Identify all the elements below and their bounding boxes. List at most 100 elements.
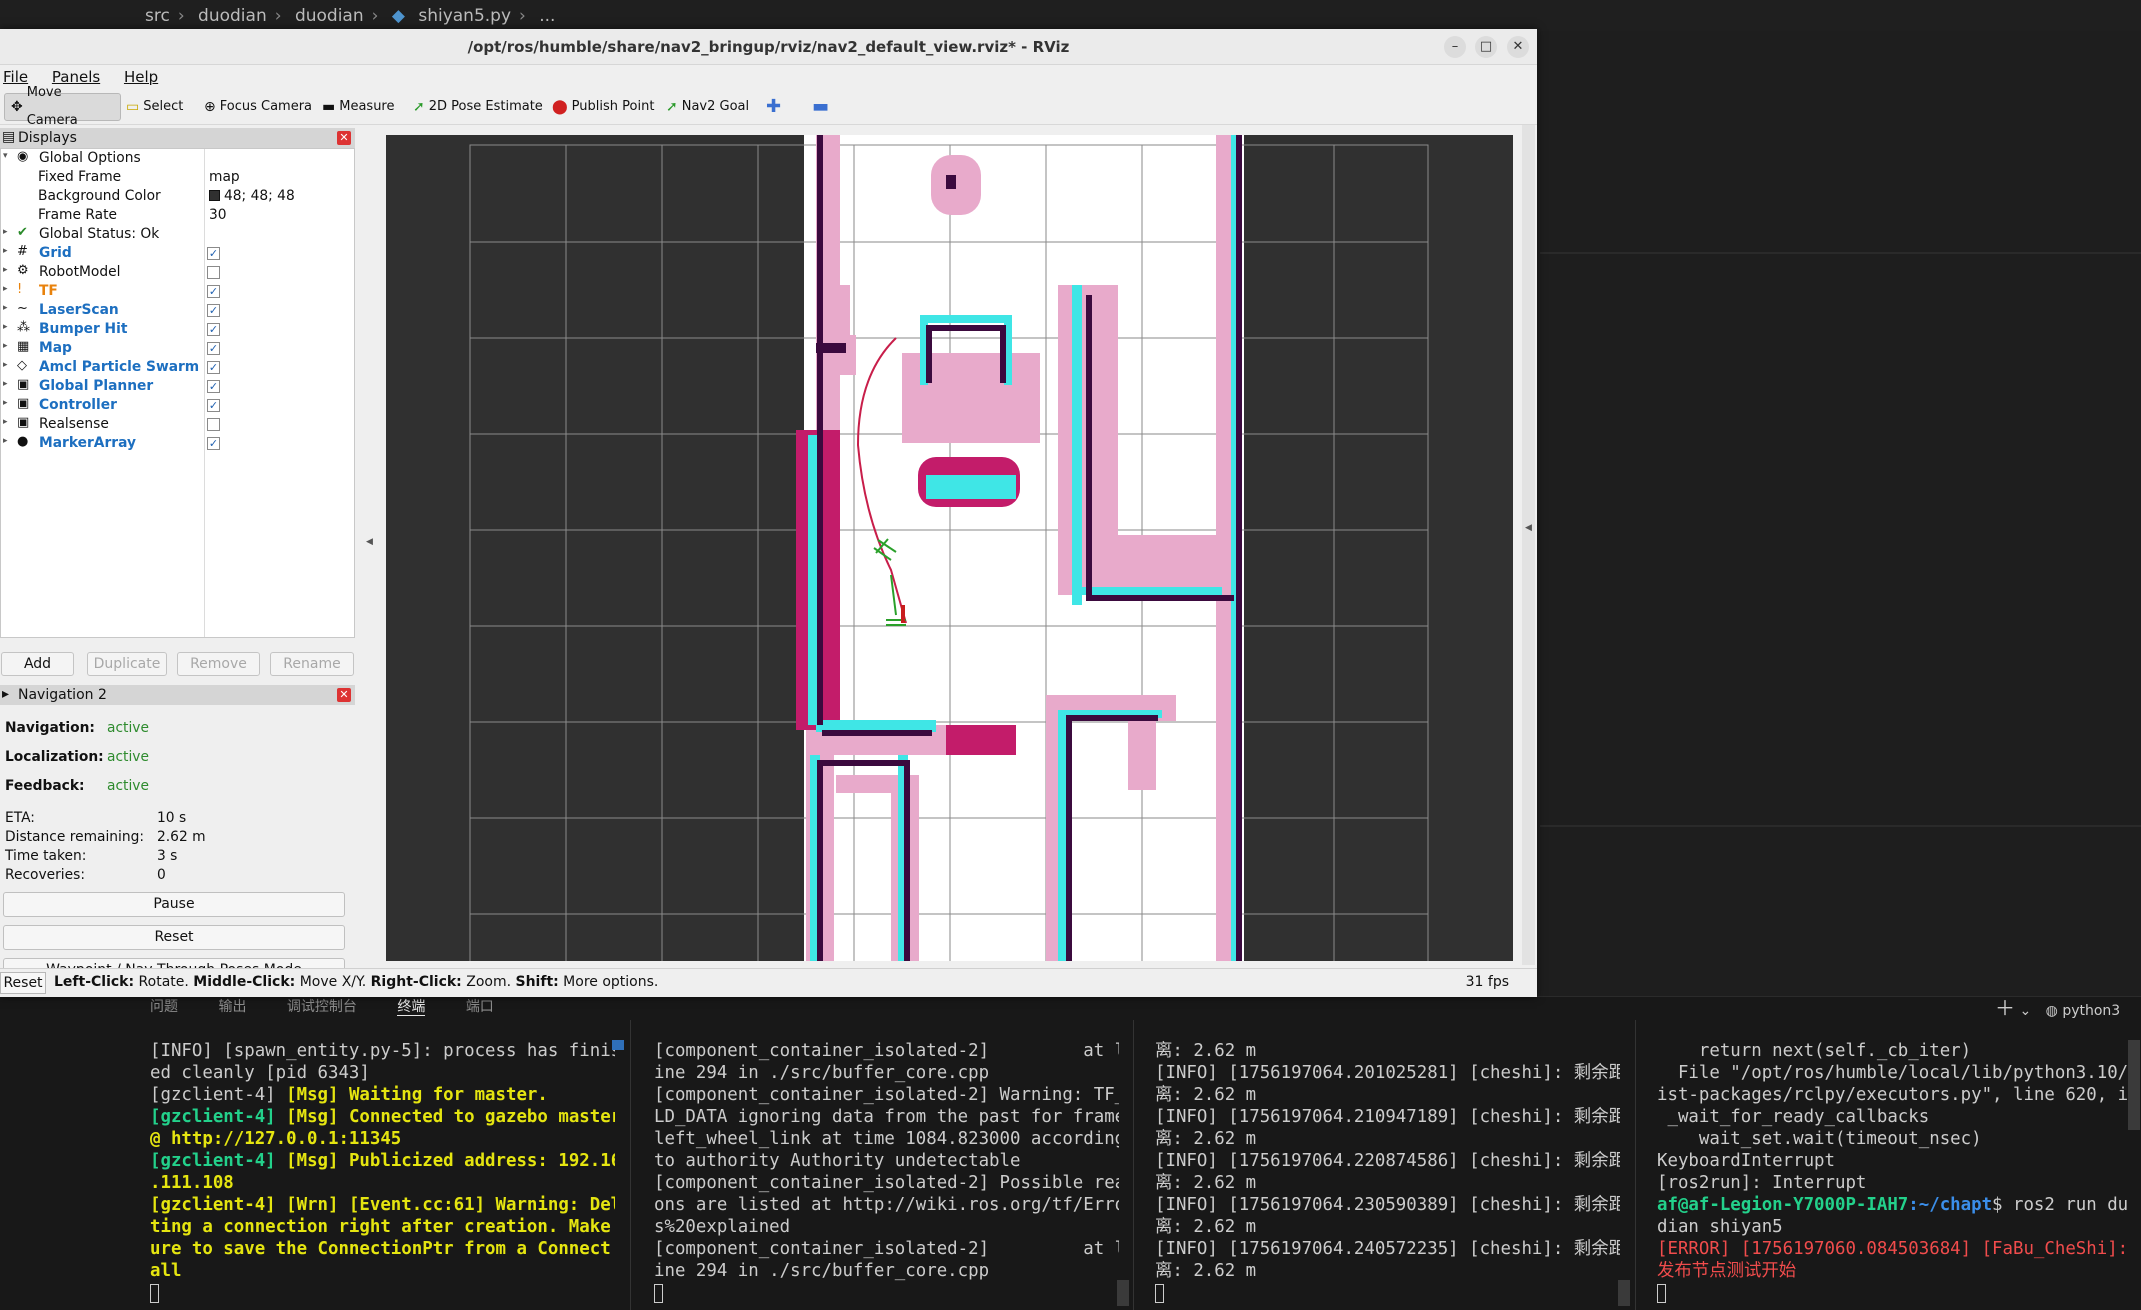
pose-estimate-button[interactable]: ➚ 2D Pose Estimate <box>407 93 549 121</box>
display-item[interactable]: ▸ ▣ Realsense <box>1 415 354 434</box>
expand-right-icon[interactable]: ▸ <box>3 246 8 256</box>
terminal-pane[interactable]: return next(self._cb_iter) File "/opt/ro… <box>1657 1040 2127 1310</box>
terminal-type[interactable]: python3 <box>2062 1003 2120 1019</box>
display-item[interactable]: ▸ ▣ Controller ✓ <box>1 396 354 415</box>
enable-checkbox[interactable]: ✓ <box>207 342 220 355</box>
enable-checkbox[interactable]: ✓ <box>207 380 220 393</box>
enable-checkbox[interactable]: ✓ <box>207 323 220 336</box>
enable-checkbox[interactable]: ✓ <box>207 304 220 317</box>
property-value[interactable]: map <box>209 169 240 185</box>
close-panel-icon[interactable]: ✕ <box>337 688 351 702</box>
display-item[interactable]: ▸ ◇ Amcl Particle Swarm ✓ <box>1 358 354 377</box>
menu-help[interactable]: Help <box>121 65 158 86</box>
property-value[interactable]: 48; 48; 48 <box>209 188 295 204</box>
expand-right-icon[interactable]: ▸ <box>3 360 8 370</box>
3d-viewport[interactable] <box>386 135 1513 961</box>
duplicate-button[interactable]: Duplicate <box>87 652 167 676</box>
breadcrumb-item[interactable]: ... <box>539 6 555 26</box>
measure-button[interactable]: ▬ Measure <box>316 93 400 121</box>
terminal-pane[interactable]: [INFO] [spawn_entity.py-5]: process has … <box>150 1040 615 1310</box>
display-item[interactable]: ▸ ▣ Global Planner ✓ <box>1 377 354 396</box>
display-item[interactable]: ▸ # Grid ✓ <box>1 244 354 263</box>
terminal-pane[interactable]: 离: 2.62 m [INFO] [1756197064.201025281] [… <box>1155 1040 1620 1310</box>
tab-debug-console[interactable]: 调试控制台 <box>287 999 357 1015</box>
expand-down-icon[interactable]: ▾ <box>3 151 8 161</box>
pause-button[interactable]: Pause <box>3 892 345 917</box>
expand-right-icon[interactable]: ▸ <box>3 265 8 275</box>
remove-button[interactable]: Remove <box>177 652 260 676</box>
expand-right-icon[interactable]: ▸ <box>3 417 8 427</box>
add-terminal-icon[interactable]: ＋ <box>1995 996 2015 1020</box>
display-item[interactable]: Fixed Frame map <box>1 168 354 187</box>
display-item[interactable]: Frame Rate 30 <box>1 206 354 225</box>
rename-button[interactable]: Rename <box>270 652 354 676</box>
terminal-prompt[interactable] <box>654 1282 1119 1304</box>
expand-right-icon[interactable]: ▸ <box>3 436 8 446</box>
display-item[interactable]: ▸ ⁂ Bumper Hit ✓ <box>1 320 354 339</box>
close-icon[interactable]: ✕ <box>1507 36 1529 58</box>
add-display-button[interactable]: Add <box>1 652 74 676</box>
tab-problems[interactable]: 问题 <box>150 999 178 1015</box>
breadcrumb-item[interactable]: shiyan5.py <box>418 6 511 26</box>
breadcrumb-item[interactable]: duodian <box>198 6 267 26</box>
property-value[interactable]: 30 <box>209 207 227 223</box>
pane-divider[interactable] <box>1133 1020 1134 1310</box>
expand-right-icon[interactable]: ▸ <box>3 227 8 237</box>
tab-terminal[interactable]: 终端 <box>397 999 426 1016</box>
terminal-prompt[interactable] <box>150 1282 615 1304</box>
panel-splitter[interactable]: ◀ <box>360 125 380 965</box>
expand-right-icon[interactable]: ▸ <box>3 398 8 408</box>
editor-breadcrumb[interactable]: src › duodian › duodian › ◆ shiyan5.py › ... <box>0 0 2141 31</box>
display-item[interactable]: ▸ ● MarkerArray ✓ <box>1 434 354 453</box>
display-item[interactable]: ▸! TF ✓ <box>1 282 354 301</box>
map-render[interactable] <box>386 135 1513 961</box>
enable-checkbox[interactable]: ✓ <box>207 399 220 412</box>
publish-point-button[interactable]: ⬤ Publish Point <box>546 93 660 121</box>
display-item[interactable]: ▸ ⚙ RobotModel <box>1 263 354 282</box>
add-tool-icon[interactable]: ✚ <box>760 93 787 121</box>
maximize-icon[interactable]: □ <box>1475 36 1497 58</box>
minimize-icon[interactable]: – <box>1444 36 1466 58</box>
enable-checkbox[interactable]: ✓ <box>207 247 220 260</box>
viewport-scrollbar[interactable]: ◀ <box>1522 125 1535 965</box>
display-item[interactable]: ▸ ~ LaserScan ✓ <box>1 301 354 320</box>
focus-camera-button[interactable]: ⊕ Focus Camera <box>198 93 318 121</box>
menu-file[interactable]: File <box>0 65 28 86</box>
terminal-prompt[interactable] <box>1155 1282 1620 1304</box>
title-bar[interactable]: /opt/ros/humble/share/nav2_bringup/rviz/… <box>0 29 1537 65</box>
nav2-goal-button[interactable]: ➚ Nav2 Goal <box>660 93 755 121</box>
displays-tree[interactable]: ▾ ◉ Global Options Fixed Frame map Background… <box>0 148 355 638</box>
expand-right-icon[interactable]: ▸ <box>3 322 8 332</box>
remove-tool-icon[interactable]: ▬ <box>806 93 835 121</box>
display-item[interactable]: Background Color 48; 48; 48 <box>1 187 354 206</box>
display-item[interactable]: ▸ ▦ Map ✓ <box>1 339 354 358</box>
expand-right-icon[interactable]: ▸ <box>3 341 8 351</box>
enable-checkbox[interactable]: ✓ <box>207 361 220 374</box>
scrollbar[interactable] <box>1618 1280 1630 1306</box>
enable-checkbox[interactable]: ✓ <box>207 285 220 298</box>
scrollbar[interactable] <box>1117 1280 1129 1306</box>
close-panel-icon[interactable]: ✕ <box>337 131 351 145</box>
expand-right-icon[interactable]: ▸ <box>3 379 8 389</box>
terminal-pane[interactable]: [component_container_isolated-2] at l ine… <box>654 1040 1119 1310</box>
move-camera-button[interactable]: ✥ Move Camera <box>4 85 121 128</box>
breadcrumb-item[interactable]: duodian <box>295 6 364 26</box>
terminal-prompt[interactable] <box>1657 1282 2127 1304</box>
tab-ports[interactable]: 端口 <box>466 999 494 1015</box>
select-button[interactable]: ▭ Select <box>120 93 189 121</box>
display-item[interactable]: ▾ ◉ Global Options <box>1 149 354 168</box>
enable-checkbox[interactable] <box>207 418 220 431</box>
enable-checkbox[interactable] <box>207 266 220 279</box>
chevron-down-icon[interactable]: ⌄ <box>2019 1003 2031 1019</box>
pane-divider[interactable] <box>1635 1020 1636 1310</box>
pane-divider[interactable] <box>630 1020 631 1310</box>
reset-nav-button[interactable]: Reset <box>3 925 345 950</box>
display-item[interactable]: ▸ ✔ Global Status: Ok <box>1 225 354 244</box>
scrollbar[interactable] <box>612 1040 624 1050</box>
enable-checkbox[interactable]: ✓ <box>207 437 220 450</box>
scrollbar[interactable] <box>2128 1040 2140 1130</box>
tab-output[interactable]: 输出 <box>218 999 246 1015</box>
breadcrumb-item[interactable]: src <box>145 6 170 26</box>
reset-view-button[interactable]: Reset <box>0 972 46 994</box>
expand-right-icon[interactable]: ▸ <box>3 284 8 294</box>
